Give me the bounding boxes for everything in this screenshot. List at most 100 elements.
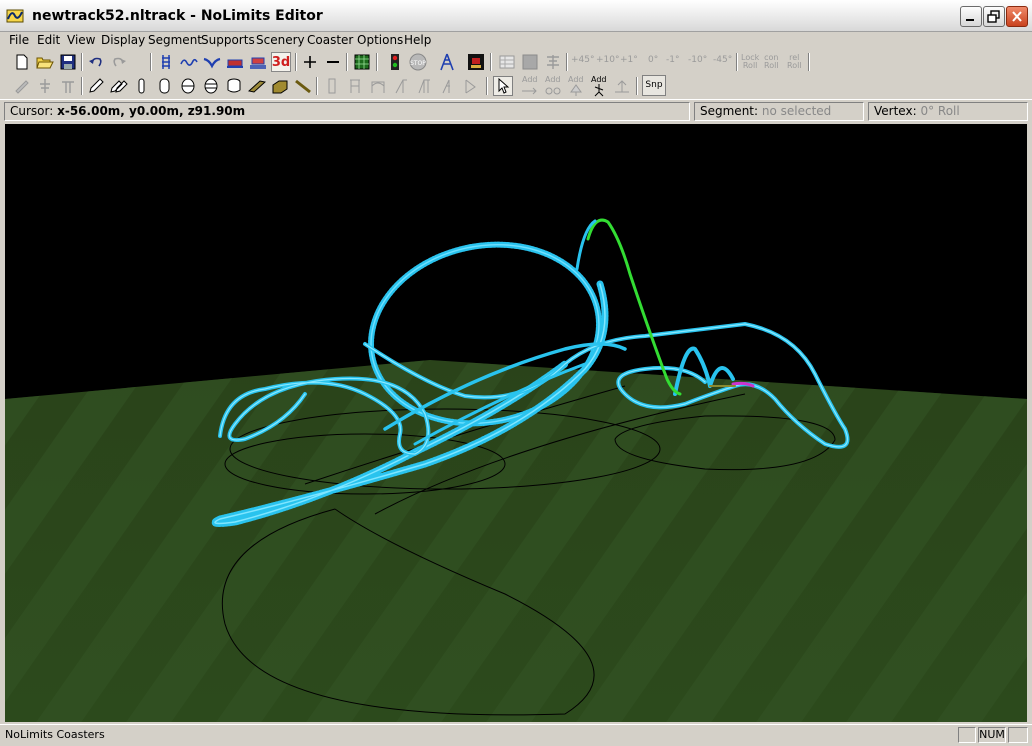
open-button[interactable]	[35, 52, 55, 72]
support-disabled-icon	[40, 79, 50, 93]
stop-button[interactable]: STOP	[408, 52, 428, 72]
menu-segment[interactable]: Segment	[148, 33, 202, 47]
minimize-button[interactable]	[960, 6, 982, 27]
support-tower-icon	[440, 53, 454, 71]
align-icon	[547, 55, 559, 69]
support2-disabled-button	[58, 76, 78, 96]
column2-button	[345, 76, 365, 96]
column-icon	[328, 78, 336, 94]
add-person-button[interactable]: Add	[589, 75, 609, 97]
transfer-button[interactable]	[248, 52, 268, 72]
menu-coaster[interactable]: Coaster	[307, 33, 353, 47]
status-panel-empty	[958, 727, 976, 743]
arch-icon	[371, 81, 385, 93]
grid-button[interactable]	[352, 52, 372, 72]
gray-square-button	[520, 52, 540, 72]
pen-disabled-icon	[15, 80, 29, 94]
menu-help[interactable]: Help	[404, 33, 431, 47]
cylinder-button[interactable]	[224, 76, 244, 96]
wave-button[interactable]	[179, 52, 199, 72]
support2-disabled-icon	[62, 81, 74, 93]
track-icon	[162, 55, 170, 69]
minimize-icon	[966, 19, 974, 21]
undo-button[interactable]	[86, 52, 106, 72]
support-tower-button[interactable]	[437, 52, 457, 72]
pointer-button[interactable]	[493, 76, 513, 96]
column-button	[322, 76, 342, 96]
3d-icon: 3d	[271, 54, 291, 70]
cursor-panel: Cursor: x-56.00m, y0.00m, z91.90m	[4, 102, 690, 121]
add-joint-button: Add	[520, 76, 540, 96]
plank-icon	[248, 80, 266, 93]
snap-button[interactable]: Snp	[642, 75, 666, 96]
tube-ring2-icon	[204, 78, 218, 94]
pencil-button[interactable]	[86, 76, 106, 96]
menu-view[interactable]: View	[67, 33, 95, 47]
tube-ring2-button[interactable]	[201, 76, 221, 96]
separator	[490, 53, 492, 71]
vertex-label: Vertex:	[874, 104, 917, 118]
separator	[566, 53, 568, 71]
remove-vertex-icon	[327, 61, 339, 63]
add-person-label: Add	[591, 75, 607, 84]
status-bar: NoLimits Coasters NUM	[0, 724, 1032, 746]
film-button[interactable]	[466, 52, 486, 72]
valley-button[interactable]	[202, 52, 222, 72]
tube-thin-button[interactable]	[132, 76, 152, 96]
save-button[interactable]	[58, 52, 78, 72]
add-vertex-icon	[304, 56, 316, 68]
stop-icon: STOP	[409, 53, 427, 71]
slant3-button	[437, 76, 457, 96]
rail-button[interactable]	[293, 76, 313, 96]
svg-text:STOP: STOP	[410, 60, 426, 67]
gray-square-icon	[522, 54, 538, 70]
segment-value: no selected	[761, 104, 832, 118]
tube-thin-icon	[138, 78, 145, 94]
block-icon	[272, 80, 288, 94]
app-label: NoLimits Coasters	[5, 728, 105, 741]
3d-view-button[interactable]: 3d	[271, 52, 291, 72]
redo-icon	[113, 57, 126, 67]
block-button[interactable]	[270, 76, 290, 96]
plank-button[interactable]	[247, 76, 267, 96]
restore-button[interactable]	[983, 6, 1005, 27]
menu-display[interactable]: Display	[101, 33, 145, 47]
separator	[636, 77, 638, 95]
separator	[346, 53, 348, 71]
column2-icon	[350, 79, 360, 93]
3d-viewport[interactable]	[5, 124, 1027, 722]
redo-button[interactable]	[109, 52, 129, 72]
station-button[interactable]	[225, 52, 245, 72]
table-icon	[499, 55, 515, 69]
menu-supports[interactable]: Supports	[201, 33, 255, 47]
pencil-icon	[89, 78, 104, 93]
status-panel-empty-2	[1008, 727, 1028, 743]
roll-plus1-button: +1°	[620, 55, 638, 65]
roll-minus10-button: -10°	[688, 55, 708, 65]
slant2-button	[414, 76, 434, 96]
menu-options[interactable]: Options	[357, 33, 403, 47]
cursor-label: Cursor:	[10, 104, 54, 118]
traffic-light-button[interactable]	[385, 52, 405, 72]
cylinder-icon	[227, 78, 241, 93]
3d-scene[interactable]	[5, 124, 1027, 722]
menu-file[interactable]: File	[9, 33, 29, 47]
pencil-double-button[interactable]	[109, 76, 129, 96]
tube-ring-button[interactable]	[178, 76, 198, 96]
close-button[interactable]	[1006, 6, 1028, 27]
separator	[808, 53, 810, 71]
remove-vertex-button[interactable]	[323, 52, 343, 72]
close-icon	[1012, 11, 1022, 22]
tube-icon	[159, 78, 170, 94]
restore-icon	[987, 10, 1000, 23]
new-button[interactable]	[12, 52, 32, 72]
tube-ring-icon	[181, 78, 195, 94]
tube-button[interactable]	[155, 76, 175, 96]
roll-minus45-button: -45°	[713, 55, 733, 65]
menu-edit[interactable]: Edit	[37, 33, 60, 47]
add-vertex-button[interactable]	[300, 52, 320, 72]
info-bar: Cursor: x-56.00m, y0.00m, z91.90m Segmen…	[0, 99, 1032, 123]
track-button[interactable]	[156, 52, 176, 72]
station-icon	[227, 59, 243, 68]
menu-scenery[interactable]: Scenery	[256, 33, 305, 47]
